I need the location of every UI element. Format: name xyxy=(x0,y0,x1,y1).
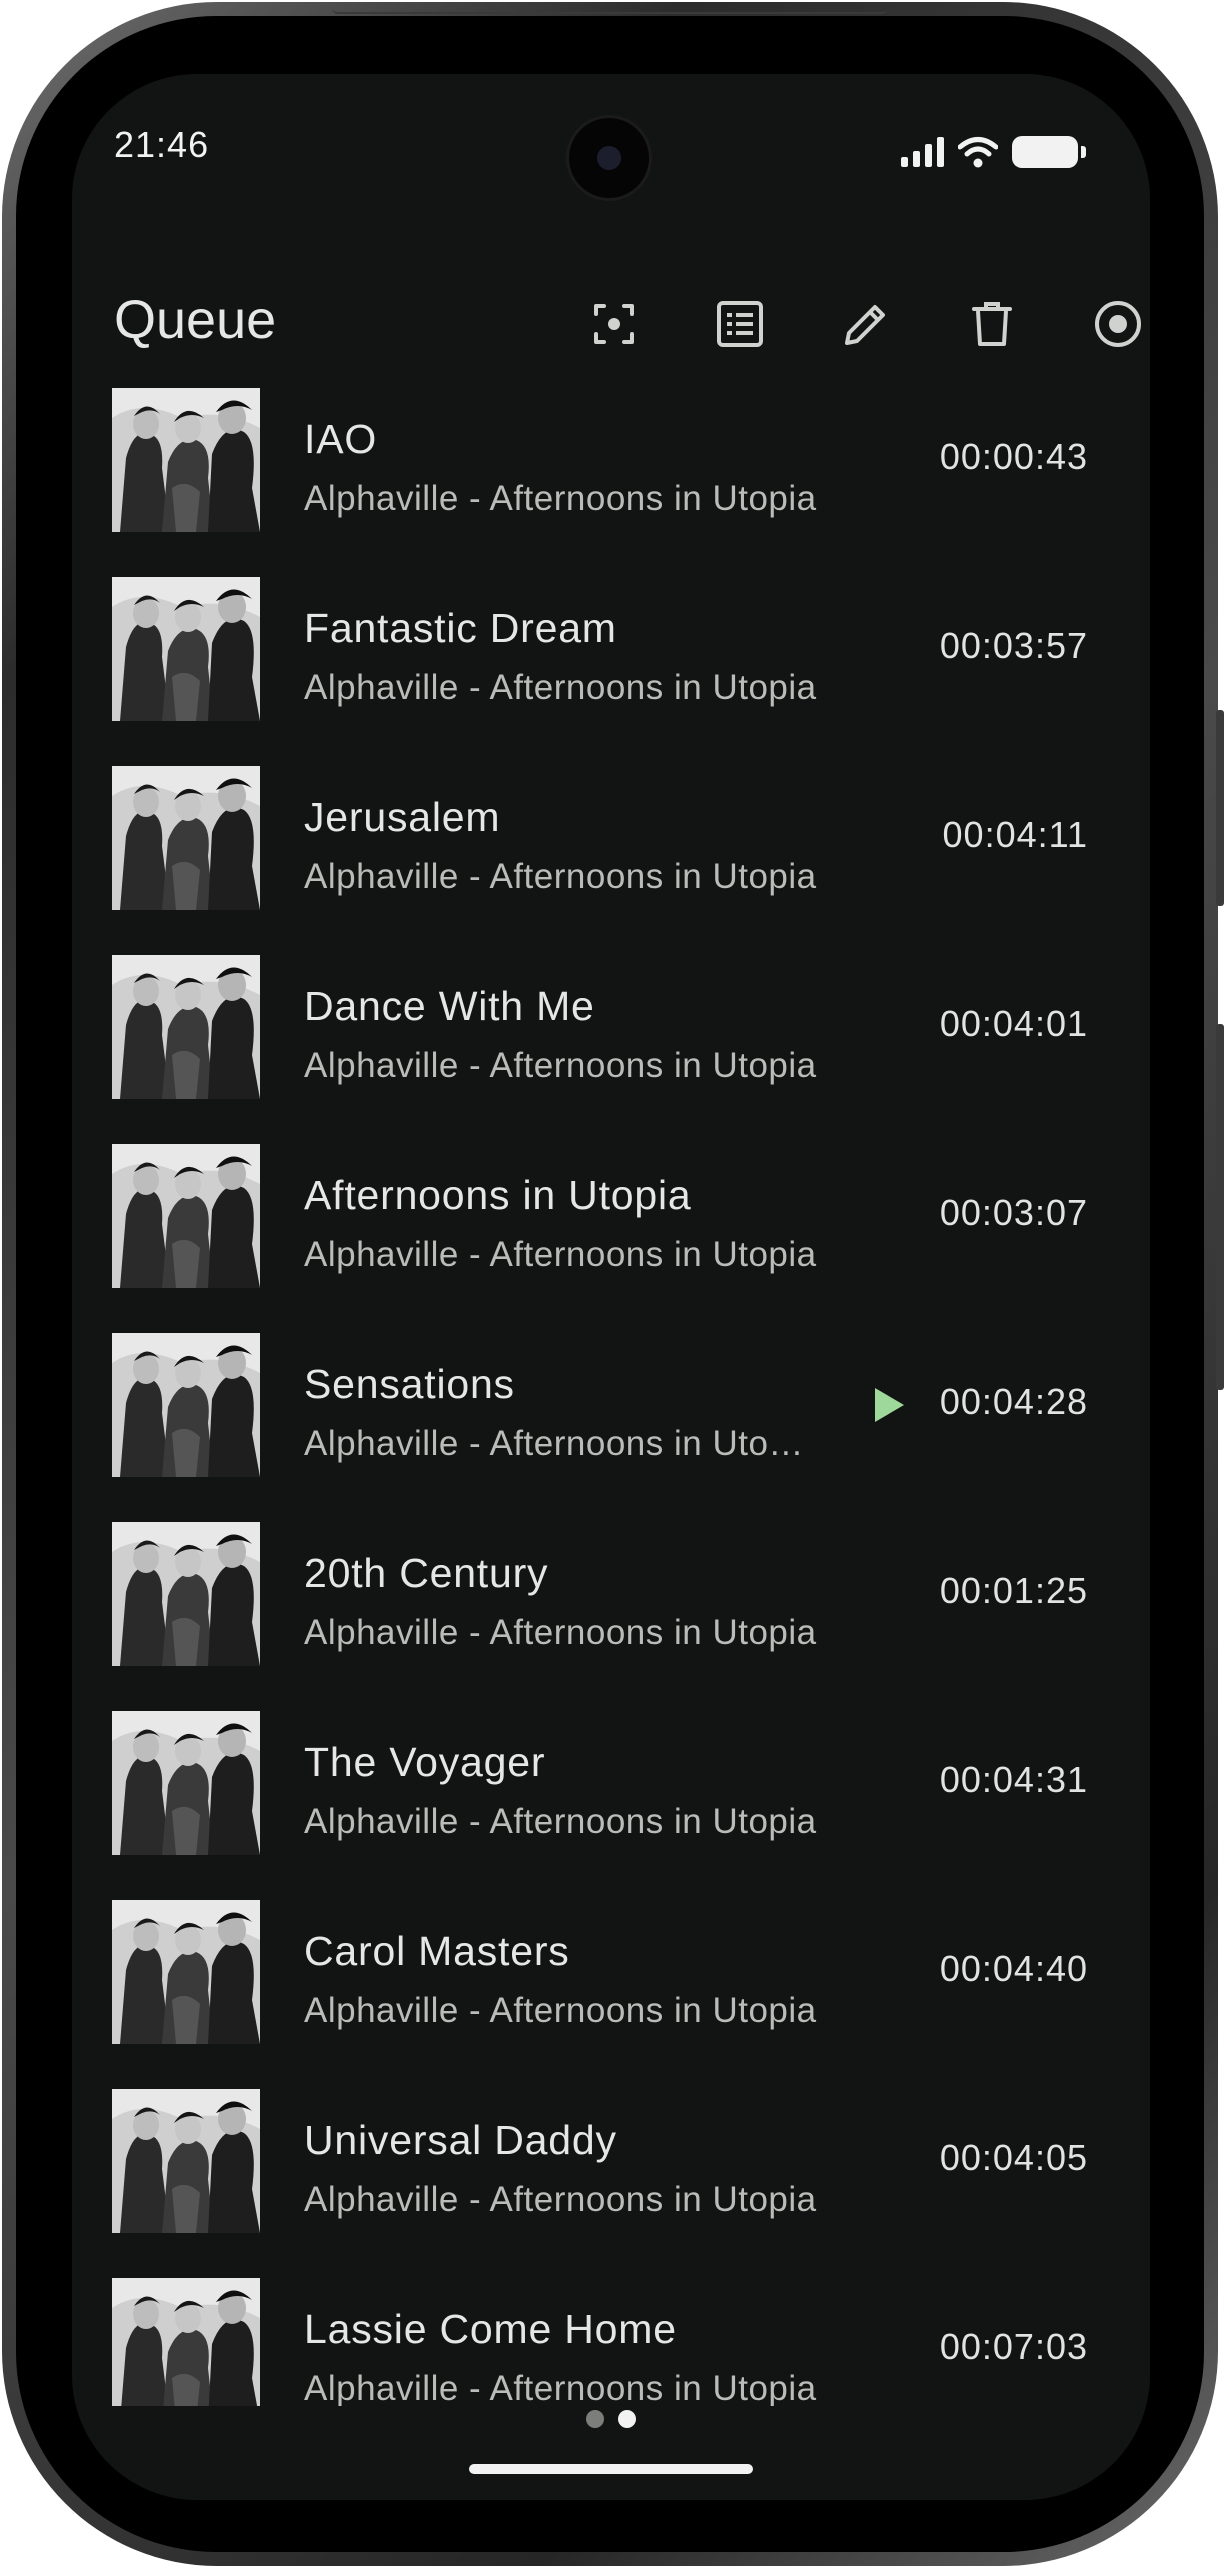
album-cover xyxy=(112,766,260,910)
track-title: The Voyager xyxy=(304,1739,546,1785)
queue-item[interactable]: Lassie Come Home Alphaville - Afternoons … xyxy=(72,2276,1150,2406)
app-bar: Queue xyxy=(72,284,1150,364)
track-duration: 00:03:07 xyxy=(939,1192,1088,1233)
edit-icon xyxy=(845,305,885,345)
album-art-image xyxy=(112,1144,260,1288)
album-cover xyxy=(112,1522,260,1666)
track-title: Lassie Come Home xyxy=(304,2306,677,2352)
track-subtitle: Alphaville - Afternoons in Utopia xyxy=(304,1235,817,1274)
page-title: Queue xyxy=(114,290,277,350)
track-title: IAO xyxy=(304,416,378,462)
battery-icon xyxy=(1012,136,1086,168)
album-cover xyxy=(112,955,260,1099)
track-subtitle: Alphaville - Afternoons in Utopia xyxy=(304,1802,817,1841)
screen: 21:46 Queue IAO Alphaville - Afternoons … xyxy=(72,74,1150,2500)
track-subtitle: Alphaville - Afternoons in Utopia xyxy=(304,668,817,707)
track-title: Fantastic Dream xyxy=(304,605,617,651)
track-subtitle: Alphaville - Afternoons in Utopia xyxy=(304,2369,817,2406)
album-cover xyxy=(112,1333,260,1477)
page-dot[interactable] xyxy=(586,2410,604,2428)
album-cover xyxy=(112,2278,260,2406)
queue-item[interactable]: Fantastic Dream Alphaville - Afternoons i… xyxy=(72,575,1150,764)
track-duration: 00:00:43 xyxy=(939,436,1088,477)
home-indicator[interactable] xyxy=(469,2464,753,2474)
track-duration: 00:01:25 xyxy=(939,1570,1088,1611)
album-art-image xyxy=(112,388,260,532)
track-duration: 00:04:40 xyxy=(939,1948,1088,1989)
track-subtitle: Alphaville - Afternoons in Utopia xyxy=(304,479,817,518)
album-art-image xyxy=(112,1522,260,1666)
album-cover xyxy=(112,577,260,721)
track-title: Dance With Me xyxy=(304,983,595,1029)
queue-item[interactable]: Jerusalem Alphaville - Afternoons in Utop… xyxy=(72,764,1150,953)
track-duration: 00:04:28 xyxy=(939,1381,1088,1422)
album-cover xyxy=(112,1144,260,1288)
album-art-image xyxy=(112,955,260,1099)
track-title: Jerusalem xyxy=(304,794,501,840)
status-icons xyxy=(901,132,1086,172)
track-subtitle: Alphaville - Afternoons in Utopia xyxy=(304,1991,817,2030)
queue-item[interactable]: IAO Alphaville - Afternoons in Utopia 00:0… xyxy=(72,386,1150,575)
focus-icon xyxy=(594,304,634,344)
delete-icon xyxy=(972,302,1012,346)
power-button xyxy=(1216,710,1224,906)
list-button[interactable] xyxy=(710,294,770,354)
track-subtitle: Alphaville - Afternoons in Utopia xyxy=(304,857,817,896)
queue-list[interactable]: IAO Alphaville - Afternoons in Utopia 00:0… xyxy=(72,386,1150,2406)
page-indicator xyxy=(72,2410,1150,2428)
focus-button[interactable] xyxy=(584,294,644,354)
album-art-image xyxy=(112,1900,260,2044)
page-dot-active[interactable] xyxy=(618,2410,636,2428)
track-duration: 00:07:03 xyxy=(939,2326,1088,2367)
album-art-image xyxy=(112,2278,260,2406)
track-title: Sensations xyxy=(304,1361,515,1407)
track-subtitle: Alphaville - Afternoons in Utopia xyxy=(304,1046,817,1085)
track-title: Carol Masters xyxy=(304,1928,570,1974)
track-duration: 00:04:11 xyxy=(942,814,1088,855)
edit-button[interactable] xyxy=(836,294,896,354)
track-title: Universal Daddy xyxy=(304,2117,617,2163)
phone-frame: 21:46 Queue IAO Alphaville - Afternoons … xyxy=(2,2,1224,2566)
album-art-image xyxy=(112,1333,260,1477)
phone-top-edge xyxy=(332,2,888,14)
queue-item[interactable]: Universal Daddy Alphaville - Afternoons i… xyxy=(72,2087,1150,2276)
wifi-icon xyxy=(958,137,998,168)
track-duration: 00:03:57 xyxy=(939,625,1088,666)
radio-button[interactable] xyxy=(1088,294,1148,354)
queue-item[interactable]: Carol Masters Alphaville - Afternoons in … xyxy=(72,1898,1150,2087)
queue-item[interactable]: Sensations Alphaville - Afternoons in Uto… xyxy=(72,1331,1150,1520)
queue-item[interactable]: The Voyager Alphaville - Afternoons in Ut… xyxy=(72,1709,1150,1898)
status-time: 21:46 xyxy=(114,124,210,165)
album-cover xyxy=(112,1711,260,1855)
track-subtitle: Alphaville - Afternoons in Utopia xyxy=(304,2180,817,2219)
album-art-image xyxy=(112,577,260,721)
album-art-image xyxy=(112,1711,260,1855)
now-playing-icon xyxy=(872,1386,906,1424)
track-subtitle: Alphaville - Afternoons in Utopia xyxy=(304,1613,817,1652)
track-subtitle: Alphaville - Afternoons in Utopia xyxy=(304,1424,804,1463)
volume-button xyxy=(1216,1024,1224,1390)
album-art-image xyxy=(112,2089,260,2233)
track-title: Afternoons in Utopia xyxy=(304,1172,692,1218)
queue-item[interactable]: 20th Century Alphaville - Afternoons in U… xyxy=(72,1520,1150,1709)
track-duration: 00:04:31 xyxy=(939,1759,1088,1800)
track-duration: 00:04:01 xyxy=(939,1003,1088,1044)
track-title: 20th Century xyxy=(304,1550,549,1596)
cellular-signal-icon xyxy=(901,137,944,167)
album-cover xyxy=(112,388,260,532)
front-camera xyxy=(569,118,649,198)
delete-button[interactable] xyxy=(962,294,1022,354)
radio-icon xyxy=(1095,301,1141,347)
list-icon xyxy=(717,301,763,347)
album-cover xyxy=(112,1900,260,2044)
queue-item[interactable]: Afternoons in Utopia Alphaville - Afterno… xyxy=(72,1142,1150,1331)
queue-item[interactable]: Dance With Me Alphaville - Afternoons in … xyxy=(72,953,1150,1142)
album-cover xyxy=(112,2089,260,2233)
album-art-image xyxy=(112,766,260,910)
status-bar: 21:46 xyxy=(72,74,1150,214)
track-duration: 00:04:05 xyxy=(939,2137,1088,2178)
